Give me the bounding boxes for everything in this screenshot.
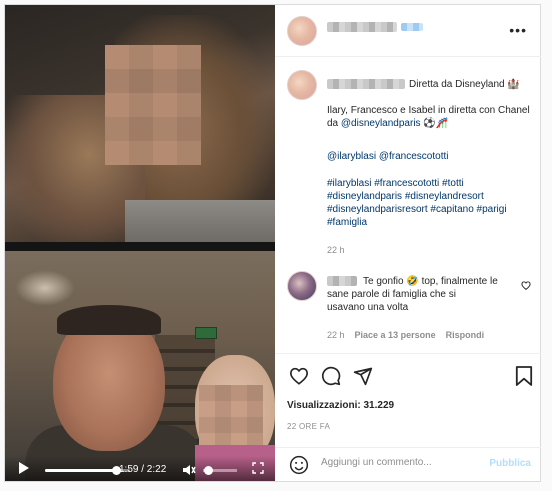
comment-icon[interactable] <box>321 366 341 389</box>
emoji-icon[interactable] <box>289 455 309 478</box>
comment-like-icon[interactable] <box>521 281 531 293</box>
comment-meta: 22 h Piace a 13 persone Rispondi <box>327 330 484 340</box>
author-avatar[interactable] <box>287 16 317 46</box>
caption-author-avatar[interactable] <box>287 70 317 100</box>
comment-composer: Pubblica <box>275 447 541 481</box>
video-frame-top-shirt <box>125 200 275 242</box>
comment-likes[interactable]: Piace a 13 persone <box>355 330 436 340</box>
hashtags-line[interactable]: #famiglia <box>327 216 532 229</box>
caption-body: Ilary, Francesco e Isabel in diretta con… <box>327 105 530 129</box>
caption-title: Diretta da Disneyland 🏰 <box>409 79 520 90</box>
ceiling-lamp <box>15 270 75 306</box>
commenter-avatar[interactable] <box>287 271 317 301</box>
share-icon[interactable] <box>353 366 373 389</box>
seek-bar-progress <box>45 469 117 472</box>
pixelated-face <box>105 45 201 165</box>
video-controls: 1:59 / 2:22 <box>5 456 275 481</box>
pixelated-face <box>199 385 263 449</box>
follow-link-redacted[interactable] <box>401 23 423 31</box>
post-panel: ••• Diretta da Disneyland 🏰 Ilary, Franc… <box>275 5 541 481</box>
mention-ilaryblasi[interactable]: @ilaryblasi <box>327 151 376 162</box>
volume-slider-handle[interactable] <box>204 466 213 475</box>
post-actions: Visualizzazioni: 31.229 22 ORE FA Pubbli… <box>275 353 541 481</box>
caption-hashtags: #ilaryblasi #francescototti #totti #disn… <box>327 177 532 229</box>
man-hair <box>57 305 161 335</box>
comment-reply[interactable]: Rispondi <box>446 330 485 340</box>
caption-author-redacted[interactable] <box>327 79 405 89</box>
view-count[interactable]: Visualizzazioni: 31.229 <box>287 400 394 411</box>
video-time: 1:59 / 2:22 <box>119 464 167 475</box>
posted-ago[interactable]: 22 ORE FA <box>287 422 330 431</box>
play-icon[interactable] <box>19 462 29 474</box>
publish-button[interactable]: Pubblica <box>489 458 531 469</box>
volume-icon[interactable] <box>182 464 196 479</box>
mention-francescototti[interactable]: @francescototti <box>379 151 449 162</box>
caption-emojis: ⚽🎢 <box>423 118 449 129</box>
hashtags-line[interactable]: #ilaryblasi #francescototti #totti <box>327 177 532 190</box>
post-header: ••• <box>275 5 541 57</box>
author-username-redacted[interactable] <box>327 22 397 32</box>
caption-mentions: @ilaryblasi @francescototti <box>327 150 532 163</box>
heart-icon[interactable] <box>289 367 309 388</box>
bookmark-icon[interactable] <box>515 366 533 389</box>
more-options-icon[interactable]: ••• <box>509 22 527 38</box>
comment-input[interactable] <box>321 457 481 468</box>
castle-emoji: 🏰 <box>507 79 520 90</box>
fullscreen-icon[interactable] <box>252 462 264 477</box>
comment-time: 22 h <box>327 330 345 340</box>
comment-text: Te gonfio 🤣 top, finalmente le sane paro… <box>327 276 498 313</box>
caption-time: 22 h <box>327 245 345 255</box>
seek-bar[interactable] <box>45 466 130 475</box>
mention-disneylandparis[interactable]: @disneylandparis <box>341 118 421 129</box>
caption-section: Diretta da Disneyland 🏰 Ilary, Francesco… <box>275 57 541 347</box>
hashtags-line[interactable]: #disneylandparis #disneylandresort <box>327 190 532 203</box>
split-screen-divider <box>5 242 275 251</box>
instagram-post: 1:59 / 2:22 ••• Diretta da Disneyland 🏰 … <box>4 4 541 482</box>
video-player[interactable]: 1:59 / 2:22 <box>5 5 275 481</box>
exit-sign <box>195 327 217 339</box>
hashtags-line[interactable]: #disneylandparisresort #capitano #parigi <box>327 203 532 216</box>
